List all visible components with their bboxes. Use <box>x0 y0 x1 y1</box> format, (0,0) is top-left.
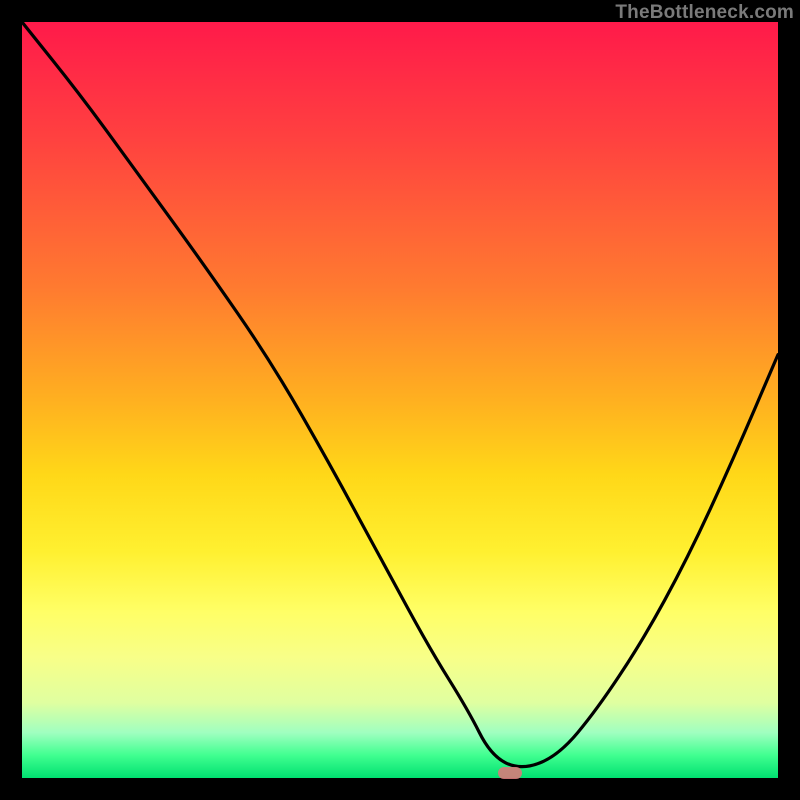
chart-frame: TheBottleneck.com <box>0 0 800 800</box>
curve-layer <box>22 22 778 778</box>
bottleneck-curve <box>22 22 778 767</box>
plot-area <box>22 22 778 778</box>
watermark-text: TheBottleneck.com <box>615 2 794 24</box>
optimal-marker <box>498 767 522 779</box>
